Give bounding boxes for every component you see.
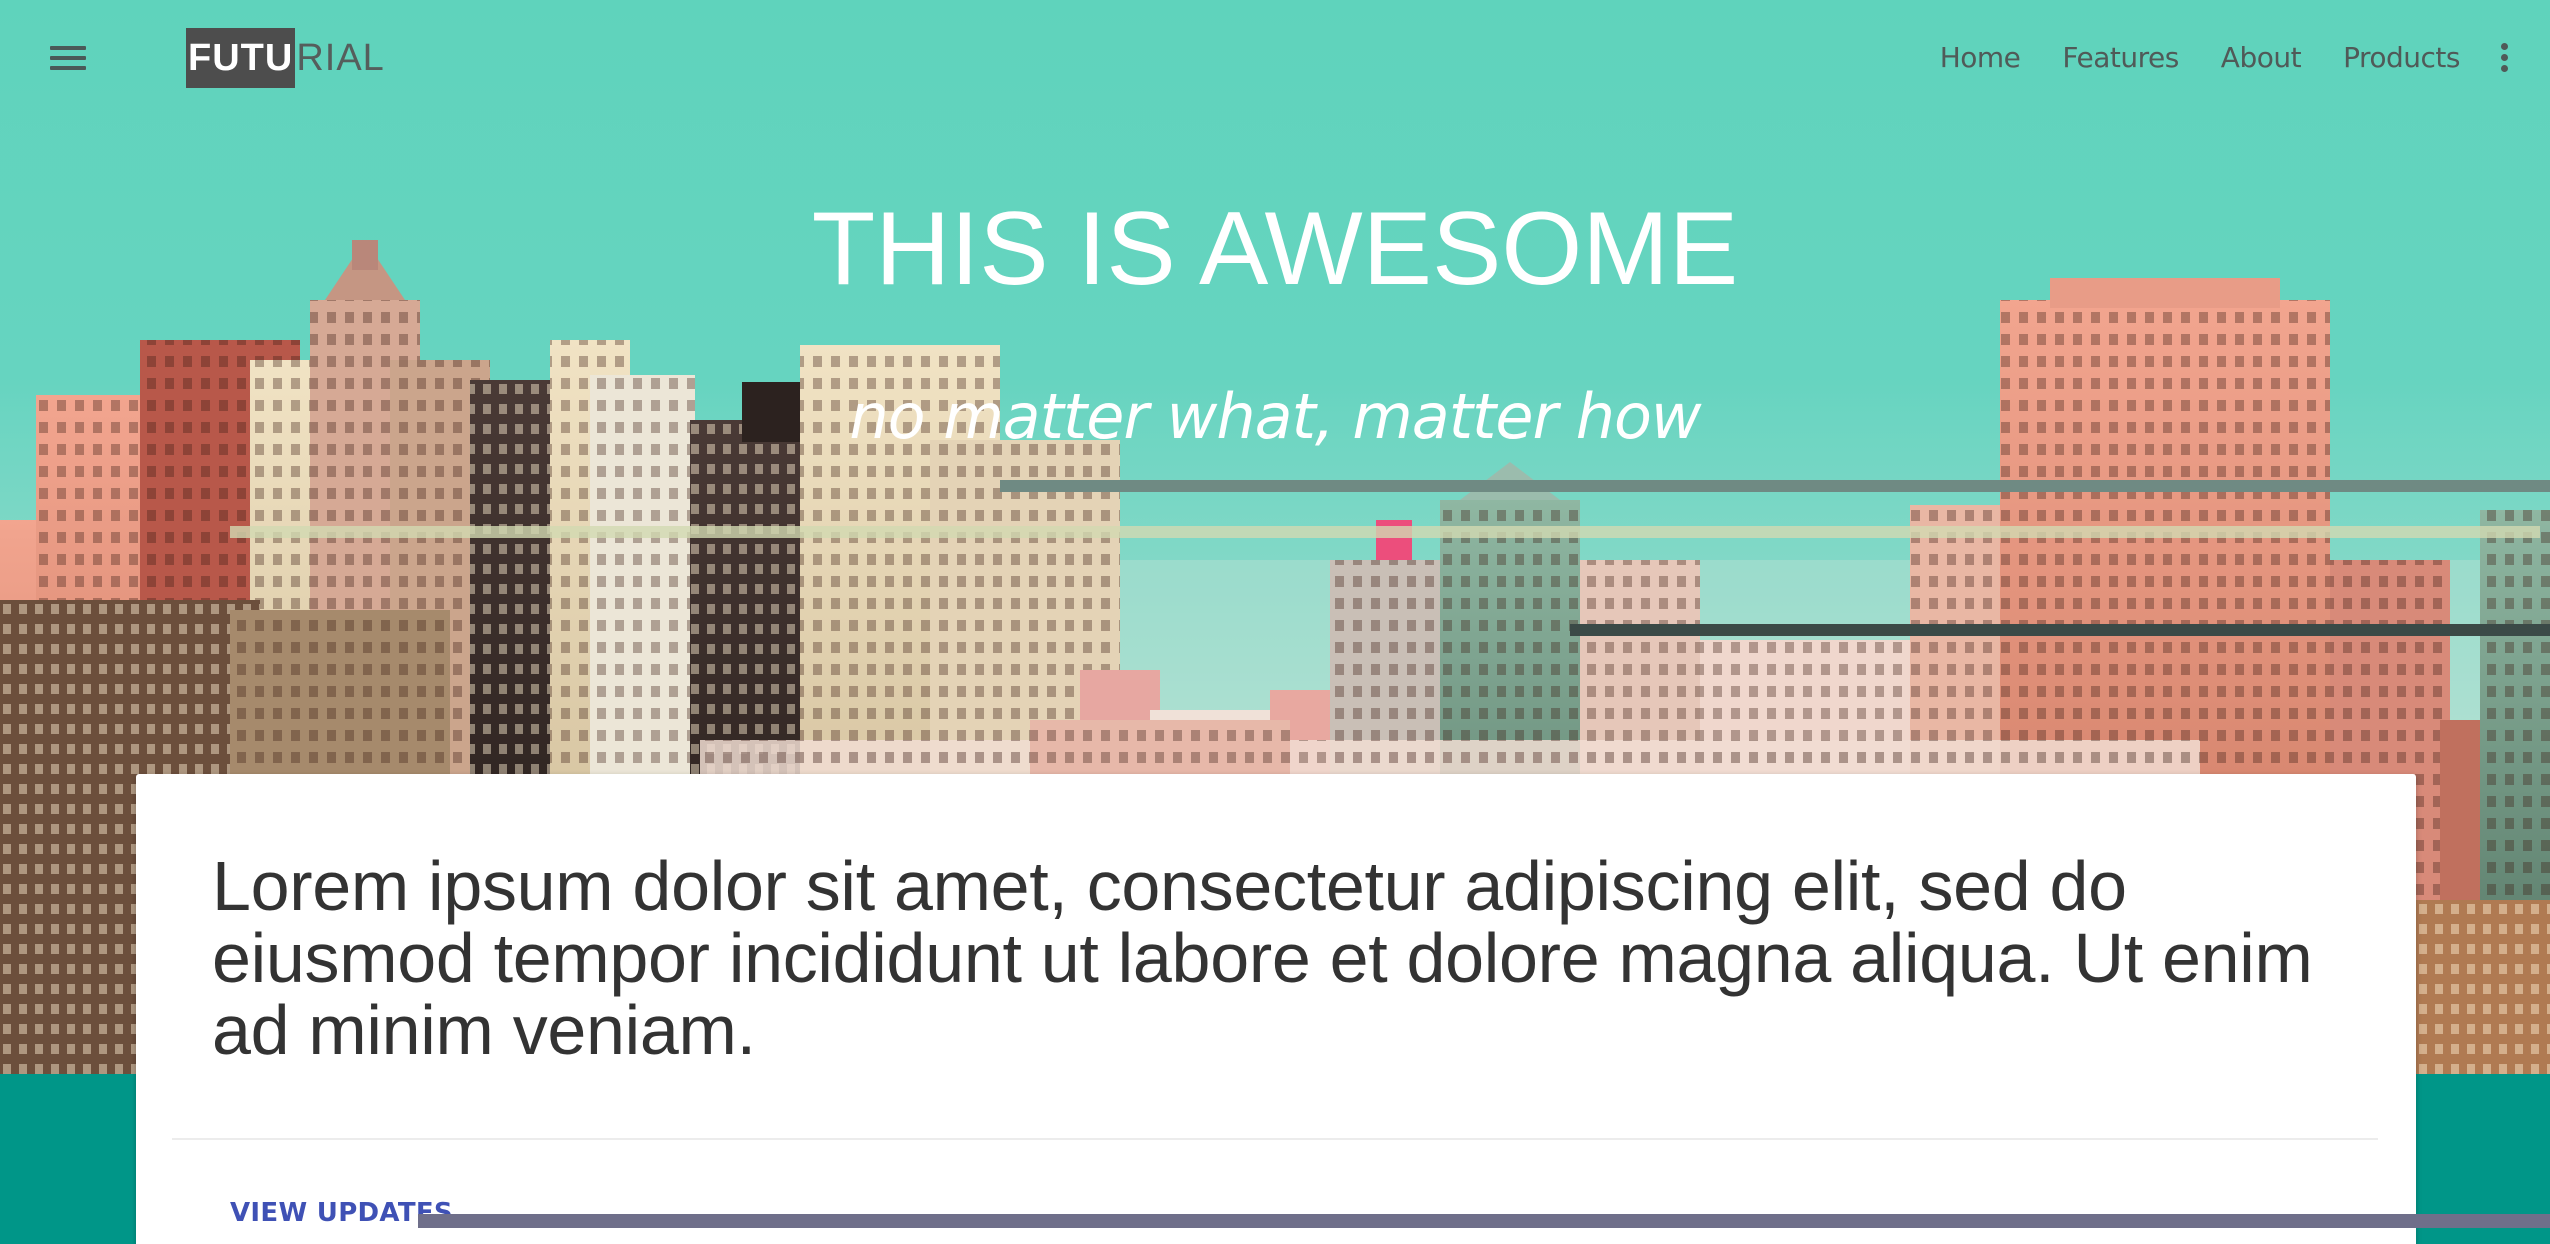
glitch-stripe	[1570, 624, 2550, 636]
hamburger-icon[interactable]	[48, 40, 88, 76]
nav-home[interactable]: Home	[1940, 36, 2021, 80]
logo-highlight: FUTU	[186, 28, 296, 88]
glitch-stripe	[1000, 480, 2550, 492]
content-card: Lorem ipsum dolor sit amet, consectetur …	[136, 774, 2416, 1244]
hero-title: THIS IS AWESOME	[811, 191, 1739, 307]
nav-features[interactable]: Features	[2062, 36, 2179, 80]
nav-products[interactable]: Products	[2343, 36, 2460, 80]
card-body-text: Lorem ipsum dolor sit amet, consectetur …	[212, 847, 2313, 1069]
more-vert-icon[interactable]	[2498, 40, 2512, 76]
card-divider	[172, 1138, 2378, 1140]
nav-about[interactable]: About	[2221, 36, 2302, 80]
logo-text: RIAL	[296, 36, 385, 79]
glitch-stripe	[230, 526, 2540, 538]
top-app-bar: FUTU RIAL Home Features About Products	[0, 0, 2550, 116]
glitch-stripe	[418, 1214, 2550, 1228]
logo[interactable]: FUTU RIAL	[186, 28, 385, 88]
hero-subtitle: no matter what, matter how	[849, 380, 1701, 453]
main-nav: Home Features About Products	[1898, 36, 2461, 80]
